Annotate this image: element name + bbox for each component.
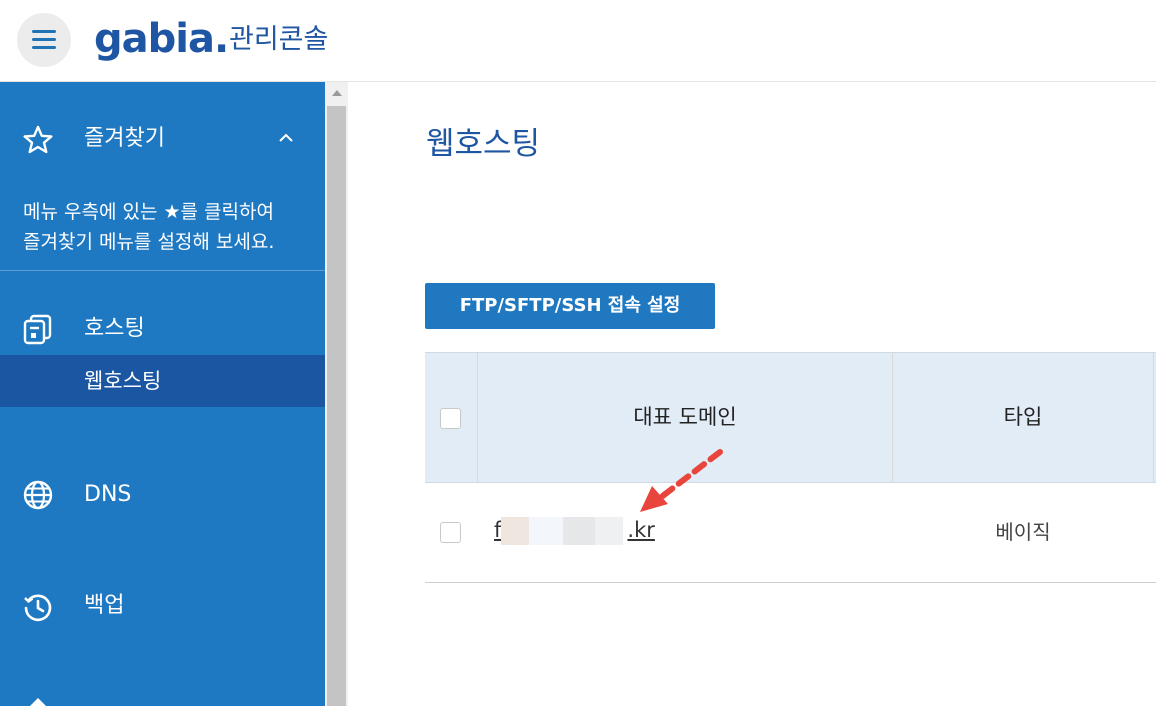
sidebar: 즐겨찾기 메뉴 우측에 있는 ★를 클릭하여 즐겨찾기 메뉴를 설정해 보세요.… [0, 82, 325, 706]
sidebar-scrollbar[interactable] [325, 82, 348, 706]
scrollbar-thumb[interactable] [327, 106, 346, 706]
redaction-blur [563, 517, 595, 545]
sidebar-divider [0, 270, 325, 271]
top-header: gabia. 관리콘솔 [0, 0, 1156, 82]
column-header-type: 타입 [1003, 405, 1043, 429]
globe-icon [23, 480, 53, 510]
sidebar-item-backup[interactable]: 백업 [0, 590, 325, 624]
console-title: 관리콘솔 [229, 24, 329, 55]
favorites-description-line: 즐겨찾기 메뉴를 설정해 보세요. [23, 231, 275, 253]
sidebar-subitem-web-hosting[interactable]: 웹호스팅 [0, 355, 325, 407]
redaction-blur [595, 517, 623, 545]
favorites-description-line: 메뉴 우측에 있는 ★를 클릭하여 [23, 201, 274, 223]
history-icon [24, 594, 52, 622]
hamburger-icon-bar [32, 30, 56, 33]
star-icon [23, 125, 53, 154]
partial-sidebar-icon [30, 698, 46, 706]
gabia-logo[interactable]: gabia. [94, 14, 229, 64]
chevron-up-icon[interactable] [276, 128, 296, 148]
sidebar-item-favorites[interactable]: 즐겨찾기 [0, 120, 325, 160]
ftp-settings-button[interactable]: FTP/SFTP/SSH 접속 설정 [425, 283, 715, 329]
hosting-table: 대표 도메인 타입 f .kr 베이직 [425, 352, 1156, 583]
annotation-arrow-icon [640, 449, 723, 512]
redaction-blur [529, 517, 563, 545]
favorites-description: 메뉴 우측에 있는 ★를 클릭하여 즐겨찾기 메뉴를 설정해 보세요. [23, 197, 313, 257]
sidebar-item-dns[interactable]: DNS [0, 478, 325, 512]
row-checkbox[interactable] [440, 522, 461, 543]
sidebar-subitem-label: 웹호스팅 [84, 369, 162, 393]
hamburger-menu-button[interactable] [17, 13, 71, 67]
scroll-up-arrow-icon[interactable] [325, 82, 348, 104]
column-header-domain: 대표 도메인 [633, 405, 737, 429]
domain-suffix: .kr [627, 518, 655, 542]
hosting-icon [23, 314, 52, 345]
type-cell: 베이직 [995, 520, 1051, 544]
hamburger-icon-bar [32, 46, 56, 49]
sidebar-item-hosting[interactable]: 호스팅 [0, 312, 325, 346]
page-title: 웹호스팅 [426, 126, 541, 162]
sidebar-item-label: DNS [84, 482, 132, 507]
sidebar-item-label: 백업 [84, 593, 125, 618]
table-row[interactable]: f .kr 베이직 [425, 483, 1156, 583]
table-header: 대표 도메인 타입 [425, 352, 1156, 483]
select-all-checkbox[interactable] [440, 408, 461, 429]
sidebar-item-label: 즐겨찾기 [84, 126, 165, 151]
redaction-blur [501, 517, 529, 545]
sidebar-item-label: 호스팅 [84, 316, 145, 341]
hamburger-icon-bar [32, 38, 56, 41]
